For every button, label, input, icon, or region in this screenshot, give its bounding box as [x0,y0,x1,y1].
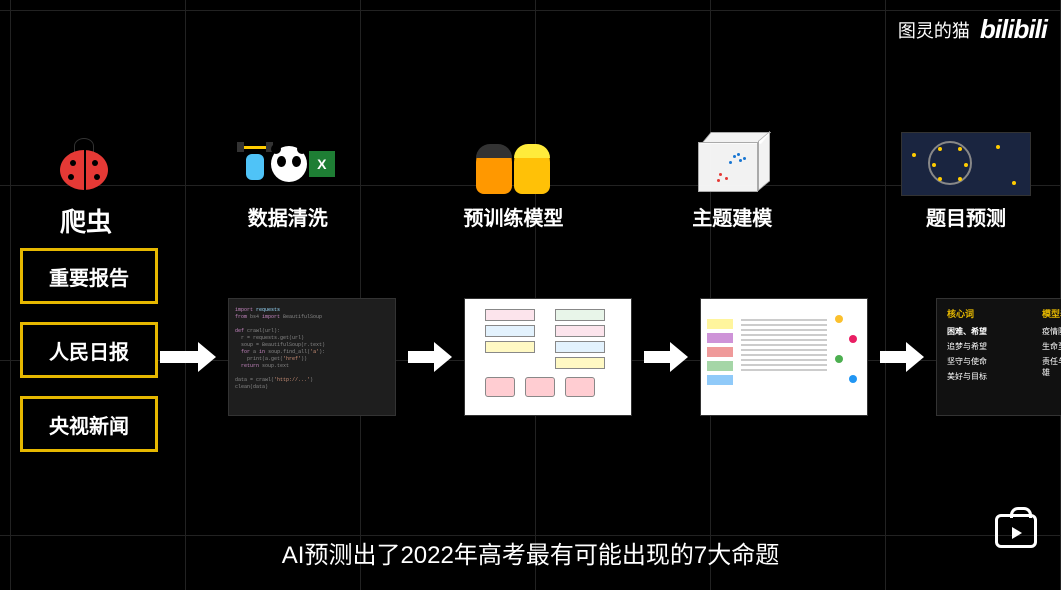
output-item: 疫情防控、长征精神 [1042,326,1061,337]
excel-icon: X [309,151,335,177]
source-box: 重要报告 [20,248,158,304]
arrow-icon [644,342,688,372]
puppets-icon [468,132,558,196]
output-col-head: 核心词 [947,307,1030,320]
bilibili-logo: bilibili [980,14,1047,45]
output-item: 责任与担当、平凡与英雄 [1042,356,1061,378]
grid-background [0,0,1061,590]
stage-predict: 题目预测 [901,132,1031,231]
transformer-diagram [464,298,632,416]
stage-label: 爬虫 [60,202,112,239]
source-box: 人民日报 [20,322,158,378]
channel-name: 图灵的猫 [898,17,970,43]
prediction-icon [901,132,1031,196]
pipeline-flow: import requests from bs4 import Beautifu… [160,298,1041,416]
ladybug-icon [60,132,108,196]
output-col-head: 模型表征 [1042,307,1061,320]
output-item: 追梦与希望 [947,341,1030,352]
source-box: 央视新闻 [20,396,158,452]
stage-label: 预训练模型 [463,202,563,231]
data-sources: 重要报告 人民日报 央视新闻 [20,248,158,452]
arrow-icon [160,342,216,372]
arrow-icon [408,342,452,372]
panda-icon: X [241,132,335,196]
code-panel: import requests from bs4 import Beautifu… [228,298,396,416]
output-item: 坚守与使命 [947,356,1030,367]
output-item: 生命至上、信心与忍耐 [1042,341,1061,352]
output-subhead: 困难、希望 [947,326,1030,337]
stage-cleaning: X 数据清洗 [241,132,335,231]
stage-label: 主题建模 [692,202,772,231]
pipeline-stages: 爬虫 X 数据清洗 [60,132,1031,239]
stage-label: 题目预测 [926,202,1006,231]
arrow-icon [880,342,924,372]
topic-model-diagram [700,298,868,416]
video-subtitle: AI预测出了2022年高考最有可能出现的7大命题 [0,535,1061,570]
stage-topic: 主题建模 [692,132,772,231]
output-panel: 核心词 困难、希望 追梦与希望 坚守与使命 美好与目标 模型表征 疫情防控、长征… [936,298,1061,416]
cube3d-icon [692,132,772,196]
stage-pretrain: 预训练模型 [463,132,563,231]
bilibili-play-icon[interactable] [995,514,1037,548]
stage-crawler: 爬虫 [60,132,112,239]
output-item: 美好与目标 [947,371,1030,382]
watermark: 图灵的猫 bilibili [898,14,1047,45]
stage-label: 数据清洗 [248,202,328,231]
